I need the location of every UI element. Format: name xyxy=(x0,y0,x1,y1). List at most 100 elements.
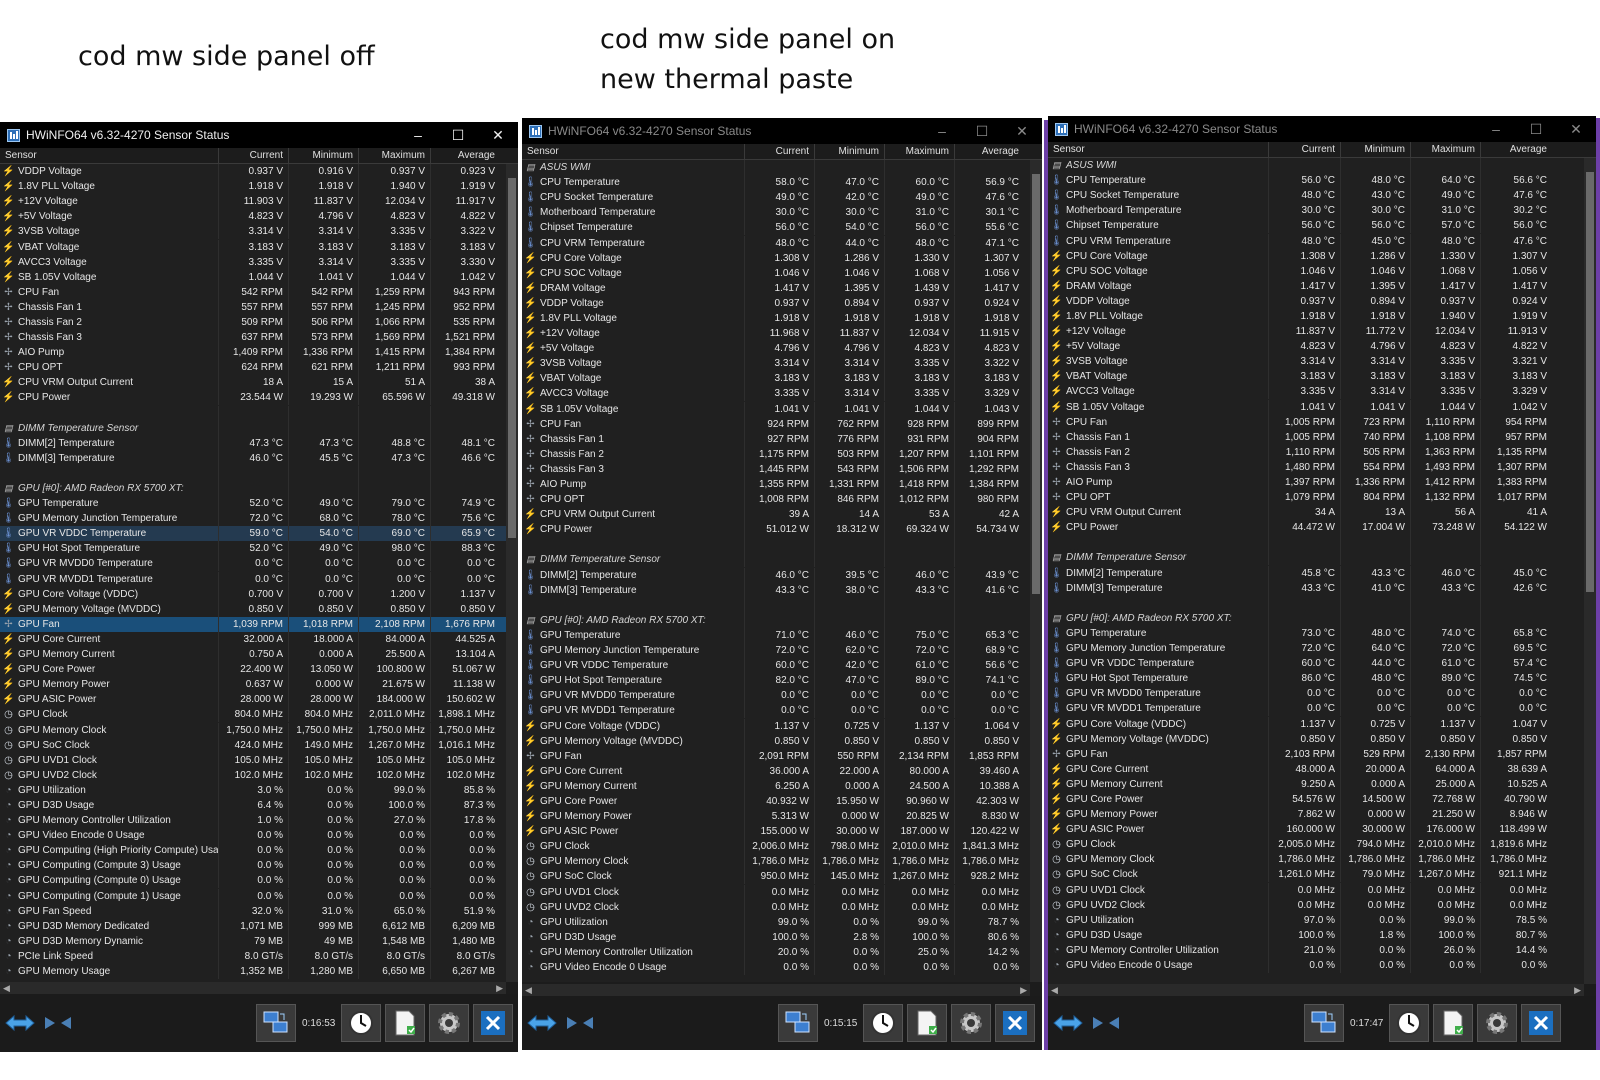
sensor-row[interactable]: ✢ Chassis Fan 2 1,110 RPM 505 RPM 1,363 RPM 1… xyxy=(1048,444,1596,460)
sensor-row[interactable]: ⚡ AVCC3 Voltage 3.335 V 3.314 V 3.335 V 3.329… xyxy=(522,386,1042,402)
window-titlebar[interactable]: HWiNFO64 v6.32-4270 Sensor Status – ☐ ✕ xyxy=(522,118,1042,144)
sensor-row[interactable]: ◷ GPU UVD1 Clock 0.0 MHz 0.0 MHz 0.0 MHz 0.0 … xyxy=(1048,882,1596,898)
sensor-row[interactable]: ◷ GPU Clock 804.0 MHz 804.0 MHz 2,011.0 MHz 1… xyxy=(0,707,518,723)
sensor-row[interactable]: ◔ GPU Utilization 97.0 % 0.0 % 99.0 % 78.5 % xyxy=(1048,912,1596,928)
sensor-row[interactable]: ⚡ GPU ASIC Power 160.000 W 30.000 W 176.000 … xyxy=(1048,822,1596,838)
scrollbar-thumb[interactable] xyxy=(508,178,516,538)
sensor-row[interactable]: ◷ GPU Memory Clock 1,750.0 MHz 1,750.0 MHz 1… xyxy=(0,722,518,738)
sensor-row[interactable]: ⚡ CPU SOC Voltage 1.046 V 1.046 V 1.068 V 1.0… xyxy=(1048,263,1596,279)
sensor-row[interactable]: ⚡ GPU Memory Power 5.313 W 0.000 W 20.825 W8… xyxy=(522,809,1042,825)
sensor-row[interactable]: 🌡 GPU Hot Spot Temperature 52.0 °C 49.0 °C 9… xyxy=(0,541,518,557)
sensor-row[interactable]: ✢ GPU Fan 1,039 RPM 1,018 RPM 2,108 RPM 1,676… xyxy=(0,616,518,632)
sensor-row[interactable]: 🌡 CPU Temperature 58.0 °C 47.0 °C 60.0 °C 56.… xyxy=(522,175,1042,191)
horizontal-scrollbar[interactable]: ◀ ▶ xyxy=(522,984,1030,996)
vertical-scrollbar[interactable] xyxy=(1030,160,1042,982)
sensor-row[interactable]: ✢ Chassis Fan 3 1,480 RPM 554 RPM 1,493 RPM 1… xyxy=(1048,459,1596,475)
sensor-row[interactable]: ⚡ GPU Core Current 48.000 A 20.000 A 64.000 … xyxy=(1048,761,1596,777)
sensor-row[interactable]: ⚡ GPU ASIC Power 28.000 W 28.000 W 184.000 W… xyxy=(0,692,518,708)
sensor-group-header[interactable]: ▤ DIMM Temperature Sensor xyxy=(1048,550,1596,566)
sensor-row[interactable]: ◷ GPU Clock 2,005.0 MHz 794.0 MHz 2,010.0 MH… xyxy=(1048,837,1596,853)
sensor-group-header[interactable]: ▤ ASUS WMI xyxy=(1048,158,1596,174)
sensor-group-header[interactable]: ▤ DIMM Temperature Sensor xyxy=(522,552,1042,568)
sensor-row[interactable]: ✢ CPU OPT 1,008 RPM 846 RPM 1,012 RPM 980 RPM xyxy=(522,492,1042,508)
sensor-row[interactable]: 🌡 DIMM[3] Temperature 46.0 °C 45.5 °C 47.3 °… xyxy=(0,450,518,466)
sensor-row[interactable]: ✢ AIO Pump 1,397 RPM 1,336 RPM 1,412 RPM 1,38… xyxy=(1048,475,1596,491)
sensor-row[interactable]: ⚡ VBAT Voltage 3.183 V 3.183 V 3.183 V 3.183 … xyxy=(1048,369,1596,385)
sensor-row[interactable]: ⚡ GPU Memory Current 0.750 A 0.000 A 25.500 … xyxy=(0,647,518,663)
sensor-row[interactable]: 🌡 GPU VR MVDD0 Temperature 0.0 °C 0.0 °C 0.0… xyxy=(522,688,1042,704)
column-header-maximum[interactable]: Maximum xyxy=(358,148,430,163)
clock-button[interactable] xyxy=(1389,1004,1430,1042)
sensor-row[interactable]: 🌡 DIMM[3] Temperature 43.3 °C 38.0 °C 43.3 °… xyxy=(522,582,1042,598)
sensor-row[interactable]: 🌡 GPU VR MVDD1 Temperature 0.0 °C 0.0 °C 0.0… xyxy=(0,571,518,587)
sensor-row[interactable]: ◔ GPU Fan Speed 32.0 % 31.0 % 65.0 % 51.9 % xyxy=(0,903,518,919)
sensor-row[interactable]: ✢ AIO Pump 1,409 RPM 1,336 RPM 1,415 RPM 1,38… xyxy=(0,345,518,361)
vertical-scrollbar[interactable] xyxy=(506,164,518,982)
sensor-row[interactable]: 🌡 GPU Temperature 52.0 °C 49.0 °C 79.0 °C 74.… xyxy=(0,496,518,512)
sensor-row[interactable]: ✢ AIO Pump 1,355 RPM 1,331 RPM 1,418 RPM 1,38… xyxy=(522,477,1042,493)
sensor-row[interactable]: 🌡 GPU VR VDDC Temperature 60.0 °C 44.0 °C 61… xyxy=(1048,656,1596,672)
sensor-row[interactable]: 🌡 Motherboard Temperature 30.0 °C 30.0 °C 31… xyxy=(1048,203,1596,219)
sensor-row[interactable]: ⚡ SB 1.05V Voltage 1.041 V 1.041 V 1.044 V 1.… xyxy=(1048,399,1596,415)
scroll-right-arrow-icon[interactable]: ▶ xyxy=(1574,984,1581,996)
sensor-row[interactable]: ⚡ VBAT Voltage 3.183 V 3.183 V 3.183 V 3.183 … xyxy=(522,371,1042,387)
scroll-right-arrow-icon[interactable]: ▶ xyxy=(1020,984,1027,996)
close-window-button[interactable]: ✕ xyxy=(1002,118,1042,144)
sensor-row[interactable]: ◷ GPU Memory Clock 1,786.0 MHz 1,786.0 MHz 1… xyxy=(1048,852,1596,868)
log-file-button[interactable] xyxy=(1433,1004,1474,1042)
settings-button[interactable] xyxy=(1477,1004,1518,1042)
sensor-row[interactable]: ⚡ CPU SOC Voltage 1.046 V 1.046 V 1.068 V 1.0… xyxy=(522,265,1042,281)
sensor-row[interactable]: ⚡ CPU VRM Output Current 39 A 14 A 53 A 42 A xyxy=(522,507,1042,523)
sensor-row[interactable]: ◔ GPU D3D Usage 6.4 % 0.0 % 100.0 % 87.3 % xyxy=(0,797,518,813)
sensor-row[interactable]: ◷ GPU UVD1 Clock 105.0 MHz 105.0 MHz 105.0 M… xyxy=(0,752,518,768)
log-file-button[interactable] xyxy=(907,1004,948,1042)
column-header-average[interactable]: Average xyxy=(1480,142,1552,157)
sensor-row[interactable]: 🌡 DIMM[2] Temperature 46.0 °C 39.5 °C 46.0 °… xyxy=(522,567,1042,583)
sensor-row[interactable]: ⚡ 1.8V PLL Voltage 1.918 V 1.918 V 1.940 V 1.… xyxy=(1048,308,1596,324)
close-sensors-button[interactable] xyxy=(473,1004,514,1042)
sensor-list[interactable]: ▤ ASUS WMI 🌡 CPU Temperature 58.0 °C 47.0 °C 6… xyxy=(522,160,1042,982)
collapse-arrows-button[interactable] xyxy=(562,1005,598,1041)
sensor-row[interactable]: ⚡ GPU Core Voltage (VDDC) 1.137 V 0.725 V 1.… xyxy=(522,718,1042,734)
sensor-row[interactable]: ✢ Chassis Fan 1 557 RPM 557 RPM 1,245 RPM 952… xyxy=(0,299,518,315)
sensor-row[interactable]: ✢ Chassis Fan 1 1,005 RPM 740 RPM 1,108 RPM 9… xyxy=(1048,429,1596,445)
horizontal-scrollbar[interactable]: ◀ ▶ xyxy=(1048,984,1584,996)
column-header-current[interactable]: Current xyxy=(218,148,288,163)
sensor-row[interactable]: 🌡 CPU VRM Temperature 48.0 °C 44.0 °C 48.0 °… xyxy=(522,235,1042,251)
column-header-minimum[interactable]: Minimum xyxy=(814,144,884,159)
column-header-current[interactable]: Current xyxy=(744,144,814,159)
sensor-row[interactable]: ◷ GPU Memory Clock 1,786.0 MHz 1,786.0 MHz 1… xyxy=(522,854,1042,870)
sensor-row[interactable]: ◔ GPU D3D Memory Dedicated 1,071 MB 999 MB 6… xyxy=(0,918,518,934)
sensor-row[interactable]: 🌡 GPU Temperature 73.0 °C 48.0 °C 74.0 °C 65.… xyxy=(1048,625,1596,641)
sensor-row[interactable]: ⚡ DRAM Voltage 1.417 V 1.395 V 1.439 V 1.417 … xyxy=(522,280,1042,296)
navigate-arrows-button[interactable] xyxy=(2,1005,38,1041)
sensor-row[interactable]: ◔ GPU Memory Controller Utilization 1.0 % 0… xyxy=(0,813,518,829)
sensor-row[interactable]: ⚡ VDDP Voltage 0.937 V 0.894 V 0.937 V 0.924 … xyxy=(522,295,1042,311)
sensor-row[interactable]: ⚡ SB 1.05V Voltage 1.041 V 1.041 V 1.044 V 1.… xyxy=(522,401,1042,417)
sensor-row[interactable]: ⚡ GPU Core Power 22.400 W 13.050 W 100.800 W… xyxy=(0,662,518,678)
sensor-row[interactable]: ✢ Chassis Fan 2 509 RPM 506 RPM 1,066 RPM 535… xyxy=(0,314,518,330)
sensor-row[interactable]: ◔ GPU Memory Usage 1,352 MB 1,280 MB 6,650 M… xyxy=(0,964,518,980)
sensor-row[interactable]: ◔ GPU Video Encode 0 Usage 0.0 % 0.0 % 0.0 %… xyxy=(522,960,1042,976)
network-button[interactable] xyxy=(256,1004,296,1042)
sensor-list[interactable]: ▤ ASUS WMI 🌡 CPU Temperature 56.0 °C 48.0 °C 6… xyxy=(1048,158,1596,984)
clock-button[interactable] xyxy=(863,1004,904,1042)
sensor-row[interactable]: 🌡 Motherboard Temperature 30.0 °C 30.0 °C 31… xyxy=(522,205,1042,221)
sensor-group-header[interactable]: ▤ DIMM Temperature Sensor xyxy=(0,420,518,436)
sensor-row[interactable]: 🌡 GPU Memory Junction Temperature 72.0 °C 6… xyxy=(0,511,518,527)
sensor-row[interactable]: ◔ GPU Video Encode 0 Usage 0.0 % 0.0 % 0.0 %… xyxy=(1048,958,1596,974)
sensor-row[interactable]: ◷ GPU UVD1 Clock 0.0 MHz 0.0 MHz 0.0 MHz 0.0 … xyxy=(522,884,1042,900)
sensor-row[interactable]: ⚡ GPU Memory Current 9.250 A 0.000 A 25.000 … xyxy=(1048,776,1596,792)
sensor-row[interactable]: 🌡 GPU Memory Junction Temperature 72.0 °C 6… xyxy=(522,643,1042,659)
column-header-average[interactable]: Average xyxy=(954,144,1024,159)
column-header-sensor[interactable]: Sensor xyxy=(522,144,744,159)
sensor-row[interactable]: ⚡ GPU Core Current 32.000 A 18.000 A 84.000 … xyxy=(0,631,518,647)
sensor-row[interactable]: ◔ PCIe Link Speed 8.0 GT/s 8.0 GT/s 8.0 GT/s… xyxy=(0,948,518,964)
column-header-maximum[interactable]: Maximum xyxy=(1410,142,1480,157)
sensor-row[interactable]: 🌡 GPU Hot Spot Temperature 86.0 °C 48.0 °C 8… xyxy=(1048,671,1596,687)
scrollbar-thumb[interactable] xyxy=(1586,172,1594,592)
sensor-row[interactable]: ⚡ GPU Core Power 54.576 W 14.500 W 72.768 W4… xyxy=(1048,791,1596,807)
sensor-row[interactable]: ✢ Chassis Fan 2 1,175 RPM 503 RPM 1,207 RPM 1… xyxy=(522,446,1042,462)
sensor-row[interactable]: ⚡ +5V Voltage 4.823 V 4.796 V 4.823 V 4.822 V xyxy=(0,209,518,225)
minimize-button[interactable]: – xyxy=(1476,116,1516,142)
